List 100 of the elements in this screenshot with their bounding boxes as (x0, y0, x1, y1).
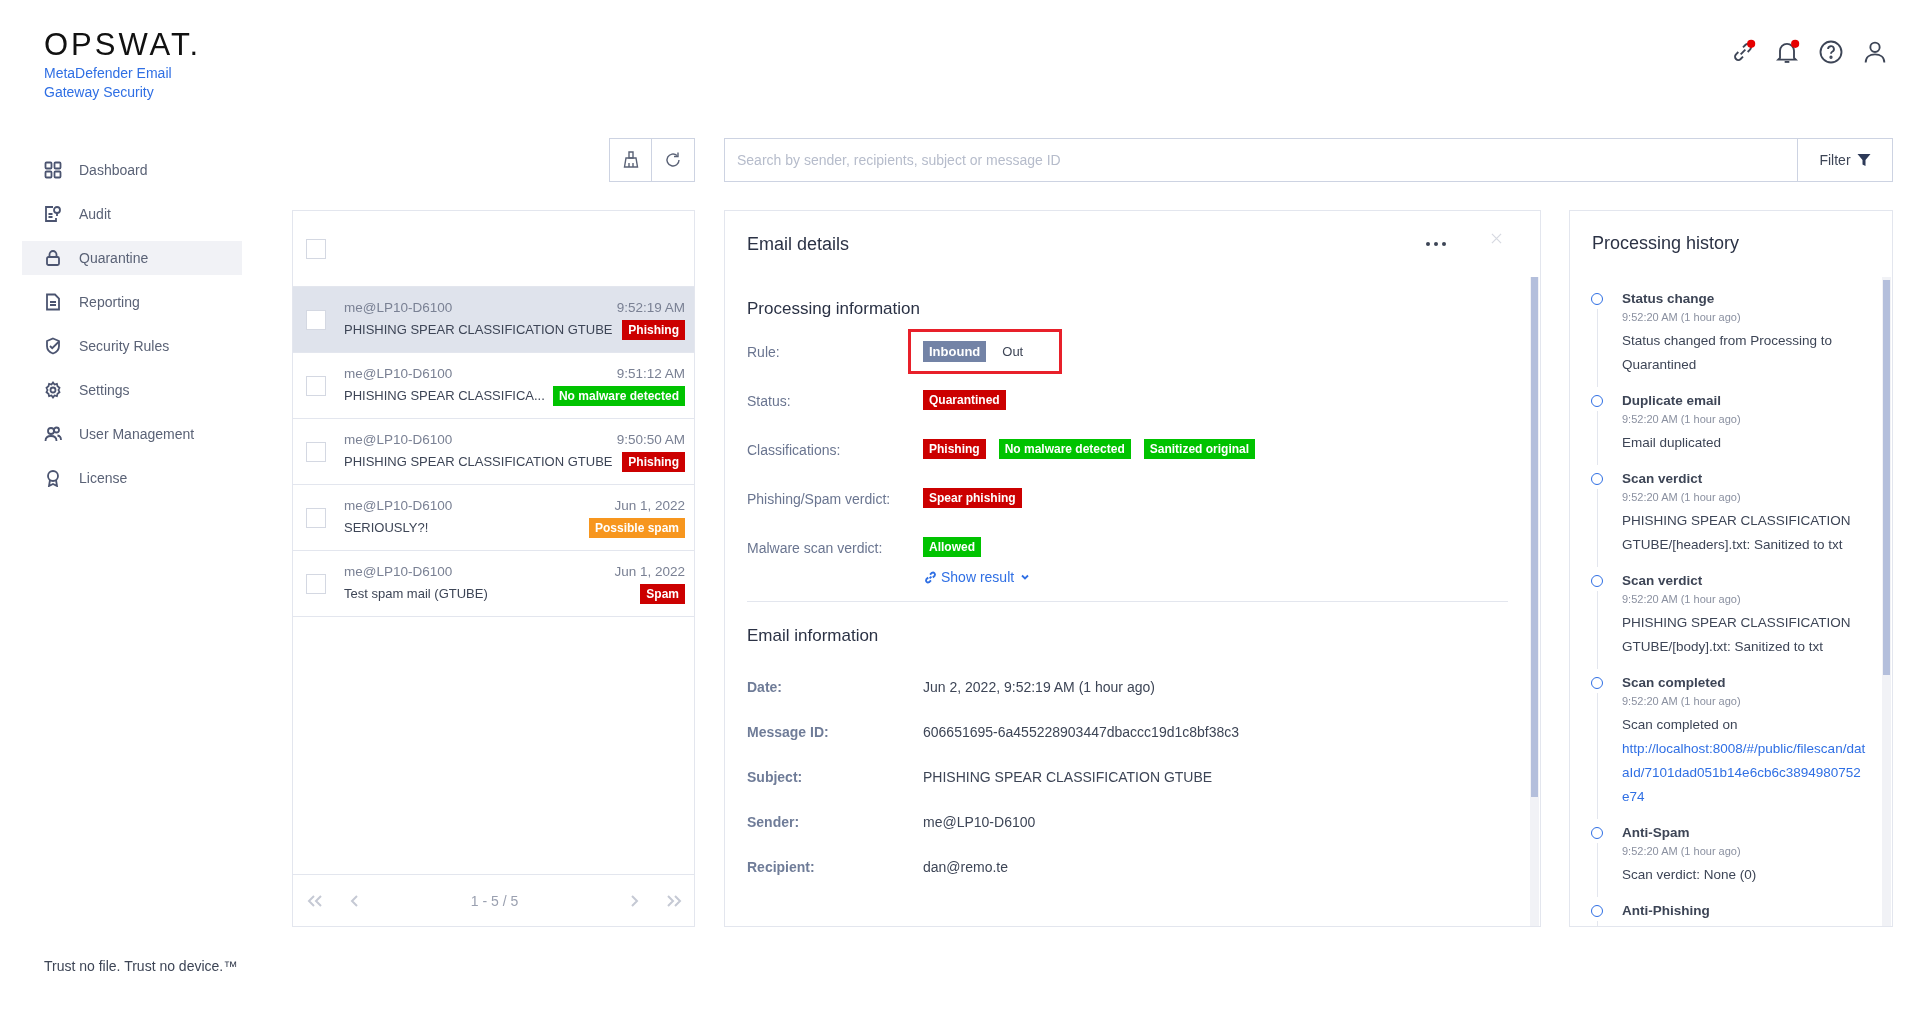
email-sender: me@LP10-D6100 (344, 299, 453, 315)
event-description: Scan verdict: None (0) (1622, 866, 1758, 884)
scan-link[interactable]: http://localhost:8008/#/public/filescan/dataId/7101dad051b14e6cb6c3894980752e74 (1622, 737, 1868, 809)
sidebar-item[interactable]: Quarantine (22, 241, 242, 275)
email-subject: PHISHING SPEAR CLASSIFICATION GTUBE (344, 454, 613, 469)
event-title: Duplicate email (1622, 393, 1723, 408)
field-value: me@LP10-D6100 (923, 813, 1036, 830)
event-description: Scan completed on (1622, 716, 1739, 734)
email-sender: me@LP10-D6100 (344, 365, 453, 381)
email-time: 9:52:19 AM (616, 299, 685, 315)
refresh-button[interactable] (652, 138, 695, 182)
sidebar-item[interactable]: License (22, 461, 242, 495)
event-description: PHISHING SPEAR CLASSIFICATION GTUBE/[headers].txt: Sanitized to txt (1622, 512, 1852, 554)
audit-icon (44, 205, 62, 223)
refresh-icon (663, 150, 683, 170)
row-checkbox[interactable] (306, 507, 326, 528)
next-page-icon[interactable] (628, 892, 640, 909)
page-range: 1 - 5 / 5 (469, 892, 520, 909)
email-subject: Test spam mail (GTUBE) (344, 586, 488, 601)
field-label: Date: (747, 678, 783, 695)
field-value: 606651695-6a455228903447dbaccc19d1c8bf38c3 (923, 723, 1240, 740)
sidebar-item[interactable]: Reporting (22, 285, 242, 319)
row-checkbox[interactable] (306, 573, 326, 594)
event-title: Scan verdict (1622, 471, 1704, 486)
event-title: Anti-Phishing (1622, 903, 1711, 918)
grid-icon (44, 161, 62, 179)
clean-button[interactable] (609, 138, 652, 182)
event-title: Status change (1622, 291, 1716, 306)
section-heading: Email information (747, 626, 880, 646)
lock-icon (44, 249, 62, 267)
event-title: Scan verdict (1622, 573, 1704, 588)
field-label: Rule: (747, 343, 781, 362)
search-field[interactable]: Search by sender, recipients, subject or message ID Filter (724, 138, 1893, 182)
email-row[interactable]: me@LP10-D6100 9:52:19 AM PHISHING SPEAR CLASSIFICATION GTUBE Phishing (293, 287, 694, 353)
status-tag: Sanitized original (1143, 439, 1256, 459)
more-icon[interactable] (1425, 241, 1447, 247)
status-tag: Phishing (923, 439, 986, 459)
event-description: Email duplicated (1622, 434, 1723, 452)
first-page-icon[interactable] (305, 892, 325, 909)
classification-tag: Spam (640, 583, 685, 604)
event-description: PHISHING SPEAR CLASSIFICATION GTUBE/[body].txt: Sanitized to txt (1622, 614, 1852, 656)
users-icon (44, 425, 62, 443)
select-all-checkbox[interactable] (306, 238, 326, 259)
field-label: Message ID: (747, 723, 830, 740)
scrollbar-thumb[interactable] (1883, 280, 1890, 675)
sidebar-item[interactable]: Audit (22, 197, 242, 231)
field-value: PHISHING SPEAR CLASSIFICATION GTUBE (923, 768, 1213, 785)
field-label: Subject: (747, 768, 804, 785)
event-time: 9:52:20 AM (1 hour ago) (1622, 491, 1742, 503)
sidebar-item[interactable]: User Management (22, 417, 242, 451)
status-tag: Allowed (923, 537, 981, 557)
row-checkbox[interactable] (306, 441, 326, 462)
field-label: Status: (747, 392, 792, 411)
email-row[interactable]: me@LP10-D6100 9:51:12 AM PHISHING SPEAR CLASSIFICA... No malware detected (293, 353, 694, 419)
sidebar-item[interactable]: Settings (22, 373, 242, 407)
field-label: Sender: (747, 813, 801, 830)
sidebar-item[interactable]: Security Rules (22, 329, 242, 363)
rule-option[interactable]: Inbound (923, 341, 987, 362)
panel-title: Email details (747, 233, 851, 255)
last-page-icon[interactable] (664, 892, 684, 909)
email-subject: SERIOUSLY?! (344, 520, 429, 535)
tagline: Trust no file. Trust no device.™ (43, 958, 239, 974)
email-row[interactable]: me@LP10-D6100 9:50:50 AM PHISHING SPEAR CLASSIFICATION GTUBE Phishing (293, 419, 694, 485)
logo: OPSWAT. (44, 28, 203, 62)
event-title: Scan completed (1622, 675, 1727, 690)
rule-option[interactable]: Out (996, 341, 1030, 362)
row-checkbox[interactable] (306, 309, 326, 330)
classification-tag: Phishing (622, 451, 685, 472)
email-time: Jun 1, 2022 (614, 497, 685, 513)
scrollbar-thumb[interactable] (1531, 277, 1538, 797)
status-tag: Spear phishing (923, 488, 1022, 508)
field-label: Phishing/Spam verdict: (747, 490, 892, 509)
section-heading: Processing information (747, 299, 921, 319)
settings-icon (44, 381, 62, 399)
status-tag: Quarantined (923, 390, 1006, 410)
field-label: Classifications: (747, 441, 842, 460)
event-time: 9:52:20 AM (1 hour ago) (1622, 695, 1742, 707)
row-checkbox[interactable] (306, 375, 326, 396)
email-time: 9:51:12 AM (616, 365, 685, 381)
status-tag: No malware detected (998, 439, 1131, 459)
shield-check-icon (44, 337, 62, 355)
field-label: Malware scan verdict: (747, 539, 884, 558)
sidebar-item[interactable]: Dashboard (22, 153, 242, 187)
field-label: Recipient: (747, 858, 816, 875)
email-time: 9:50:50 AM (616, 431, 685, 447)
field-value: dan@remo.te (923, 858, 1009, 875)
close-icon[interactable] (1491, 232, 1502, 244)
filter-icon (1856, 153, 1871, 167)
email-row[interactable]: me@LP10-D6100 Jun 1, 2022 SERIOUSLY?! Possible spam (293, 485, 694, 551)
classification-tag: Possible spam (588, 517, 685, 538)
previous-page-icon[interactable] (349, 892, 361, 909)
email-sender: me@LP10-D6100 (344, 431, 453, 447)
show-result-link[interactable]: Show result (923, 569, 1031, 585)
award-icon (44, 469, 62, 487)
event-description: Status changed from Processing to Quarantined (1622, 332, 1834, 374)
email-sender: me@LP10-D6100 (344, 563, 453, 579)
classification-tag: No malware detected (552, 385, 685, 406)
event-time: 9:52:20 AM (1 hour ago) (1622, 311, 1742, 323)
email-row[interactable]: me@LP10-D6100 Jun 1, 2022 Test spam mail (GTUBE) Spam (293, 551, 694, 617)
email-subject: PHISHING SPEAR CLASSIFICA... (344, 388, 545, 403)
